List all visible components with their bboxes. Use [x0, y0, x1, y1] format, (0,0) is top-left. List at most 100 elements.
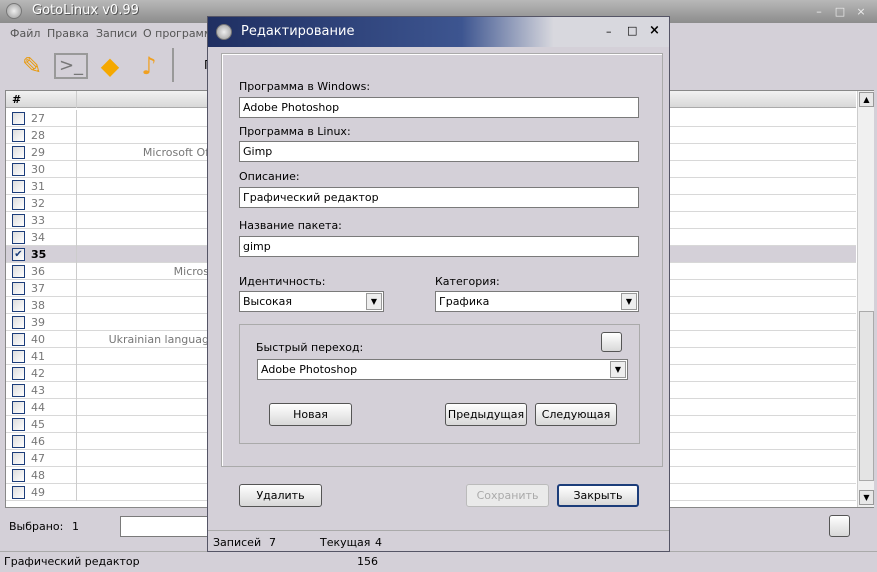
- description-label: Описание:: [239, 170, 300, 183]
- scroll-down-button[interactable]: ▼: [859, 490, 874, 505]
- category-value: Графика: [439, 295, 490, 308]
- row-checkbox[interactable]: [12, 282, 25, 295]
- status-text: Графический редактор: [4, 555, 140, 568]
- row-program: Micros: [173, 265, 209, 278]
- row-number: 46: [31, 435, 45, 448]
- menu-records[interactable]: Записи: [96, 27, 137, 40]
- identity-value: Высокая: [243, 295, 293, 308]
- row-checkbox[interactable]: [12, 435, 25, 448]
- row-checkbox[interactable]: [12, 112, 25, 125]
- row-checkbox[interactable]: [12, 316, 25, 329]
- row-checkbox[interactable]: [12, 214, 25, 227]
- close-button[interactable]: ×: [854, 5, 868, 18]
- category-label: Категория:: [435, 275, 500, 288]
- menu-edit[interactable]: Правка: [47, 27, 89, 40]
- bottom-action-button[interactable]: [829, 515, 850, 537]
- row-checkbox[interactable]: [12, 197, 25, 210]
- row-checkbox[interactable]: [12, 401, 25, 414]
- dialog-close-button[interactable]: ×: [649, 23, 660, 38]
- vertical-scrollbar[interactable]: ▲ ▼: [857, 91, 874, 507]
- row-checkbox[interactable]: [12, 231, 25, 244]
- dialog-titlebar: Редактирование – □ ×: [208, 17, 669, 47]
- row-checkbox[interactable]: [12, 163, 25, 176]
- edit-document-icon[interactable]: ✎: [15, 50, 49, 82]
- quick-jump-group: Быстрый переход: Adobe Photoshop ▼ Новая …: [239, 324, 640, 444]
- row-checkbox[interactable]: [12, 367, 25, 380]
- quick-jump-value: Adobe Photoshop: [261, 363, 358, 376]
- close-dialog-button[interactable]: Закрыть: [557, 484, 639, 507]
- row-checkbox[interactable]: [12, 452, 25, 465]
- app-icon: [6, 3, 22, 19]
- row-number: 37: [31, 282, 45, 295]
- row-number: 27: [31, 112, 45, 125]
- terminal-icon[interactable]: >_: [54, 53, 88, 79]
- row-number: 47: [31, 452, 45, 465]
- linux-program-label: Программа в Linux:: [239, 125, 351, 138]
- delete-button[interactable]: Удалить: [239, 484, 322, 507]
- edit-panel: Программа в Windows: Adobe Photoshop Про…: [221, 53, 663, 467]
- status-bar: Графический редактор 156: [0, 551, 877, 572]
- quick-jump-label: Быстрый переход:: [256, 341, 364, 354]
- row-checkbox[interactable]: [12, 265, 25, 278]
- category-select[interactable]: Графика ▼: [435, 291, 639, 312]
- row-checkbox[interactable]: [12, 350, 25, 363]
- identity-select[interactable]: Высокая ▼: [239, 291, 384, 312]
- row-checkbox[interactable]: [12, 129, 25, 142]
- row-checkbox[interactable]: [12, 486, 25, 499]
- windows-program-label: Программа в Windows:: [239, 80, 371, 93]
- row-number: 48: [31, 469, 45, 482]
- chevron-down-icon[interactable]: ▼: [366, 293, 382, 310]
- menu-file[interactable]: Файл: [10, 27, 40, 40]
- row-checkbox[interactable]: [12, 333, 25, 346]
- row-number: 35: [31, 248, 47, 261]
- row-number: 33: [31, 214, 45, 227]
- quick-jump-toggle-button[interactable]: [601, 332, 622, 352]
- row-number: 34: [31, 231, 45, 244]
- package-input[interactable]: gimp: [239, 236, 639, 257]
- row-number: 42: [31, 367, 45, 380]
- dialog-maximize-button[interactable]: □: [627, 24, 637, 37]
- row-number: 31: [31, 180, 45, 193]
- convert-arrows-icon[interactable]: ◆: [93, 50, 127, 82]
- minimize-button[interactable]: –: [812, 5, 826, 18]
- row-number: 36: [31, 265, 45, 278]
- row-checkbox[interactable]: [12, 384, 25, 397]
- maximize-button[interactable]: □: [833, 5, 847, 18]
- scroll-up-button[interactable]: ▲: [859, 92, 874, 107]
- edit-dialog: Редактирование – □ × Программа в Windows…: [207, 16, 670, 552]
- chevron-down-icon[interactable]: ▼: [610, 361, 626, 378]
- previous-button[interactable]: Предыдущая: [445, 403, 527, 426]
- selected-label: Выбрано:: [9, 520, 64, 533]
- row-number: 40: [31, 333, 45, 346]
- row-number: 49: [31, 486, 45, 499]
- description-input[interactable]: Графический редактор: [239, 187, 639, 208]
- row-checkbox[interactable]: [12, 180, 25, 193]
- linux-program-input[interactable]: Gimp: [239, 141, 639, 162]
- guitar-icon[interactable]: ♪: [132, 50, 166, 82]
- save-button[interactable]: Сохранить: [466, 484, 549, 507]
- next-button[interactable]: Следующая: [535, 403, 617, 426]
- scroll-thumb[interactable]: [859, 311, 874, 481]
- row-number: 29: [31, 146, 45, 159]
- row-checkbox[interactable]: ✔: [12, 248, 25, 261]
- column-header-number[interactable]: #: [12, 93, 21, 106]
- chevron-down-icon[interactable]: ▼: [621, 293, 637, 310]
- records-count: 7: [269, 536, 276, 549]
- quick-jump-select[interactable]: Adobe Photoshop ▼: [257, 359, 628, 380]
- row-checkbox[interactable]: [12, 418, 25, 431]
- new-button[interactable]: Новая: [269, 403, 352, 426]
- toolbar-separator: [172, 48, 174, 82]
- dialog-title: Редактирование: [241, 24, 355, 39]
- row-checkbox[interactable]: [12, 299, 25, 312]
- row-number: 41: [31, 350, 45, 363]
- row-number: 39: [31, 316, 45, 329]
- row-checkbox[interactable]: [12, 146, 25, 159]
- dialog-icon: [216, 24, 232, 40]
- row-checkbox[interactable]: [12, 469, 25, 482]
- row-number: 43: [31, 384, 45, 397]
- row-number: 38: [31, 299, 45, 312]
- dialog-minimize-button[interactable]: –: [606, 25, 612, 38]
- windows-program-input[interactable]: Adobe Photoshop: [239, 97, 639, 118]
- row-program: Ukrainian languag: [108, 333, 209, 346]
- window-title: GotoLinux v0.99: [32, 3, 139, 18]
